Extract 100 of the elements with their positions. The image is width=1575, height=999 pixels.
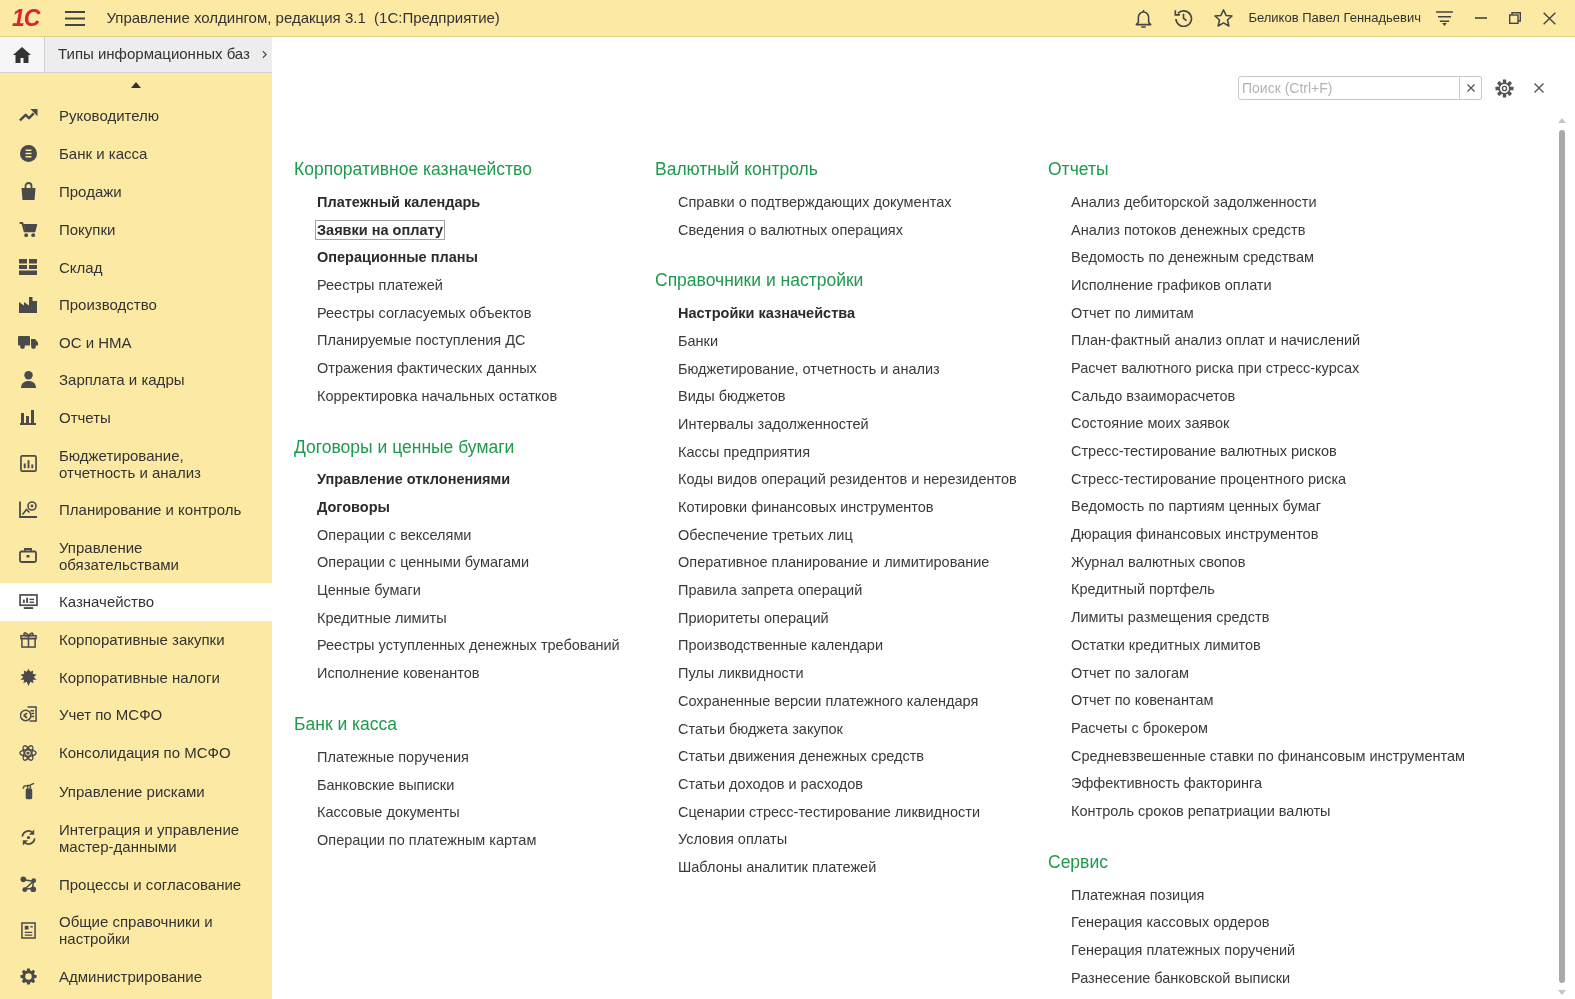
nav-link[interactable]: Отчет по лимитам (1069, 302, 1196, 323)
nav-link[interactable]: Кассы предприятия (676, 441, 813, 462)
nav-link[interactable]: Планируемые поступления ДС (315, 330, 528, 351)
sidebar-item[interactable]: Процессы и согласование (0, 865, 272, 903)
nav-link[interactable]: Исполнение графиков оплати (1069, 274, 1274, 295)
nav-link[interactable]: Платежный календарь (315, 191, 483, 212)
close-icon[interactable] (1543, 11, 1556, 25)
nav-link[interactable]: Банки (676, 330, 721, 351)
nav-link[interactable]: Стресс-тестирование валютных рисков (1069, 441, 1339, 462)
nav-link[interactable]: Интервалы задолженностей (676, 413, 871, 434)
nav-link[interactable]: Операции с векселями (315, 524, 474, 545)
restore-icon[interactable] (1509, 12, 1521, 24)
sidebar-item[interactable]: Отчеты (0, 398, 272, 437)
nav-link[interactable]: Разнесение банковской выписки (1069, 967, 1293, 988)
nav-link[interactable]: Кредитные лимиты (315, 607, 449, 628)
nav-link[interactable]: Расчет валютного риска при стресс-курсах (1069, 357, 1362, 378)
nav-link[interactable]: Оперативное планирование и лимитирование (676, 552, 992, 573)
nav-link[interactable]: Приоритеты операций (676, 607, 831, 628)
sidebar-item[interactable]: Корпоративные налоги (0, 658, 272, 696)
nav-link[interactable]: Генерация кассовых ордеров (1069, 912, 1272, 933)
nav-link[interactable]: Операционные планы (315, 247, 480, 268)
nav-link[interactable]: Лимиты размещения средств (1069, 607, 1272, 628)
user-name[interactable]: Беликов Павел Геннадьевич (1248, 8, 1421, 28)
nav-link[interactable]: Анализ дебиторской задолженности (1069, 191, 1319, 212)
tab[interactable]: Типы информационных баз (45, 37, 272, 72)
nav-link[interactable]: Операции с ценными бумагами (315, 552, 532, 573)
nav-link[interactable]: Анализ потоков денежных средств (1069, 219, 1308, 240)
sidebar-item[interactable]: Руководителю (0, 97, 272, 135)
sidebar-item[interactable]: Управление рисками (0, 772, 272, 811)
nav-link[interactable]: Сведения о валютных операциях (676, 219, 905, 240)
sidebar-item[interactable]: Бюджетирование, отчетность и анализ (0, 436, 272, 491)
close-icon[interactable] (1534, 83, 1544, 93)
nav-link[interactable]: Статьи бюджета закупок (676, 718, 845, 739)
history-icon[interactable] (1174, 9, 1194, 27)
nav-link[interactable]: Кредитный портфель (1069, 579, 1217, 600)
nav-link[interactable]: Банковские выписки (315, 774, 457, 795)
sidebar-item[interactable]: Банк и касса (0, 134, 272, 173)
nav-link[interactable]: Производственные календари (676, 635, 886, 656)
nav-link[interactable]: Шаблоны аналитик платежей (676, 856, 879, 877)
nav-link[interactable]: Генерация платежных поручений (1069, 940, 1298, 961)
nav-link[interactable]: Заявки на оплату (315, 219, 445, 240)
sidebar-item[interactable]: Зарплата и кадры (0, 361, 272, 399)
nav-link[interactable]: Коды видов операций резидентов и нерезидентов (676, 469, 1019, 490)
nav-link[interactable]: Статьи доходов и расходов (676, 773, 866, 794)
nav-link[interactable]: Платежные поручения (315, 746, 471, 767)
nav-link[interactable]: Условия оплаты (676, 829, 790, 850)
lines-dropdown-icon[interactable] (1436, 10, 1453, 26)
sidebar-item[interactable]: Управление обязательствами (0, 528, 272, 584)
sidebar-item[interactable]: Консолидация по МСФО (0, 733, 272, 773)
sidebar-item[interactable]: Интеграция и управление мастер-данными (0, 810, 272, 866)
nav-link[interactable]: Остатки кредитных лимитов (1069, 634, 1263, 655)
nav-link[interactable]: Состояние моих заявок (1069, 413, 1232, 434)
bell-icon[interactable] (1135, 8, 1153, 28)
nav-link[interactable]: Отчет по ковенантам (1069, 690, 1216, 711)
menu-icon[interactable] (65, 10, 86, 26)
nav-link[interactable]: Сохраненные версии платежного календаря (676, 690, 981, 711)
nav-link[interactable]: Обеспечение третьих лиц (676, 524, 855, 545)
sidebar-item[interactable]: Продажи (0, 172, 272, 211)
sidebar-item[interactable]: Планирование и контроль (0, 490, 272, 529)
nav-link[interactable]: Исполнение ковенантов (315, 663, 482, 684)
nav-link[interactable]: Котировки финансовых инструментов (676, 497, 936, 518)
nav-link[interactable]: Справки о подтверждающих документах (676, 191, 954, 212)
nav-link[interactable]: Стресс-тестирование процентного риска (1069, 468, 1349, 489)
nav-link[interactable]: Правила запрета операций (676, 580, 865, 601)
nav-link[interactable]: Средневзвешенные ставки по финансовым инструментам (1069, 745, 1467, 766)
sidebar-item[interactable]: Склад (0, 248, 272, 286)
sidebar-item[interactable]: Корпоративные закупки (0, 620, 272, 659)
sidebar-item[interactable]: Производство (0, 285, 272, 324)
nav-link[interactable]: Отражения фактических данных (315, 357, 539, 378)
scroll-up-icon[interactable] (131, 82, 141, 88)
nav-link[interactable]: Реестры платежей (315, 274, 445, 295)
nav-link[interactable]: Дюрация финансовых инструментов (1069, 524, 1321, 545)
nav-link[interactable]: Кассовые документы (315, 802, 462, 823)
sidebar-item[interactable]: Покупки (0, 210, 272, 249)
sidebar-item[interactable]: Администрирование (0, 957, 272, 996)
nav-link[interactable]: Операции по платежным картам (315, 829, 539, 850)
home-button[interactable] (0, 37, 45, 72)
sidebar-item[interactable]: Учет по МСФО (0, 695, 272, 734)
nav-link[interactable]: Журнал валютных свопов (1069, 551, 1248, 572)
nav-link[interactable]: Бюджетирование, отчетность и анализ (676, 358, 942, 379)
nav-link[interactable]: Отчет по залогам (1069, 662, 1192, 683)
nav-link[interactable]: Договоры (315, 497, 392, 518)
nav-link[interactable]: Управление отклонениями (315, 469, 513, 490)
nav-link[interactable]: Сальдо взаиморасчетов (1069, 385, 1238, 406)
settings-icon[interactable] (1495, 78, 1514, 98)
nav-link[interactable]: Эффективность факторинга (1069, 773, 1265, 794)
sidebar-item[interactable]: Общие справочники и настройки (0, 902, 272, 958)
nav-link[interactable]: Реестры согласуемых объектов (315, 302, 534, 323)
star-icon[interactable] (1214, 9, 1234, 27)
nav-link[interactable]: Настройки казначейства (676, 303, 858, 324)
nav-link[interactable]: Ведомость по партиям ценных бумаг (1069, 496, 1323, 517)
nav-link[interactable]: Платежная позиция (1069, 884, 1207, 905)
nav-link[interactable]: Виды бюджетов (676, 386, 788, 407)
nav-link[interactable]: Статьи движения денежных средств (676, 746, 926, 767)
nav-link[interactable]: Контроль сроков репатриации валюты (1069, 800, 1333, 821)
nav-link[interactable]: Реестры уступленных денежных требований (315, 635, 622, 656)
nav-link[interactable]: План-фактный анализ оплат и начислений (1069, 330, 1363, 351)
scrollbar-thumb[interactable] (1559, 130, 1565, 983)
nav-link[interactable]: Ведомость по денежным средствам (1069, 247, 1316, 268)
nav-link[interactable]: Пулы ликвидности (676, 663, 806, 684)
